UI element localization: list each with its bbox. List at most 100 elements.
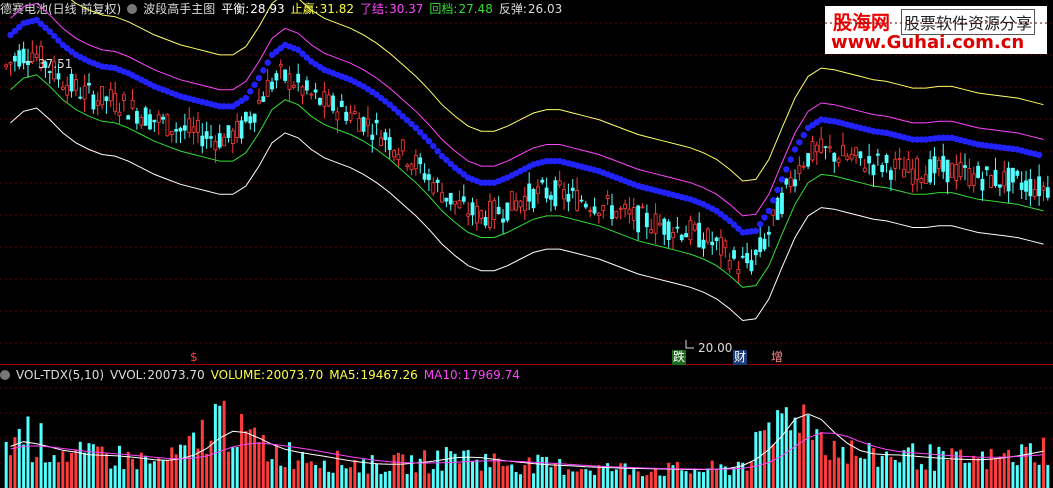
low-label: 20.00 xyxy=(698,341,732,355)
candle-body xyxy=(649,229,654,234)
candle-body xyxy=(326,94,331,107)
ma10-value: 17969.74 xyxy=(462,368,520,382)
volume-bar xyxy=(933,470,937,488)
candle-body xyxy=(845,155,850,160)
candle-body xyxy=(854,147,858,157)
vvol-label: VVOL: xyxy=(110,368,147,382)
volume-bar xyxy=(749,462,753,488)
candle-body xyxy=(243,112,248,122)
candle-body xyxy=(858,151,863,159)
volume-bar xyxy=(309,461,313,488)
volume-bar xyxy=(296,460,300,488)
volume-bar xyxy=(305,463,309,488)
balance-dot xyxy=(425,137,433,145)
candle-body xyxy=(400,139,405,152)
candle-body xyxy=(723,240,728,249)
vol-indicator-name[interactable]: VOL-TDX(5,10) xyxy=(16,368,104,382)
candle-body xyxy=(963,165,967,168)
volume-bar xyxy=(383,471,387,488)
volume-bar xyxy=(240,414,244,488)
volume-value: 20073.70 xyxy=(265,368,324,382)
candle-body xyxy=(274,73,279,81)
candle-body xyxy=(797,165,802,174)
candle-body xyxy=(213,140,218,151)
candle-body xyxy=(117,111,122,117)
candle-body xyxy=(152,119,157,123)
dropdown-circle-icon[interactable] xyxy=(0,370,10,380)
candle-body xyxy=(766,231,771,235)
volume-bar xyxy=(148,463,152,488)
ma10-label: MA10: xyxy=(423,368,462,382)
volume-bar xyxy=(728,475,732,488)
volume-bar xyxy=(863,458,867,488)
candle-body xyxy=(252,113,257,123)
candle-body xyxy=(217,133,222,148)
volume-bar xyxy=(837,457,841,488)
volume-bar xyxy=(331,472,335,488)
candle-body xyxy=(56,73,61,80)
candle-body xyxy=(976,165,980,178)
volume-bar xyxy=(771,444,775,488)
event-marker-increase[interactable]: 增 xyxy=(770,350,784,365)
volume-bar xyxy=(658,475,662,488)
candle-body xyxy=(21,48,26,64)
volume-bar xyxy=(52,455,56,488)
volume-bar xyxy=(649,471,653,488)
volume-bar xyxy=(828,459,832,488)
candle-body xyxy=(993,169,998,187)
candle-body xyxy=(527,183,532,202)
volume-bar xyxy=(122,469,126,488)
volume-bar xyxy=(113,465,117,488)
volume-bar xyxy=(427,473,431,488)
volume-bar xyxy=(401,454,405,488)
candle-body xyxy=(801,165,806,168)
volume-bar xyxy=(566,469,570,488)
volume-bar xyxy=(471,460,475,488)
candle-body xyxy=(1037,176,1042,197)
candle-body xyxy=(936,159,941,169)
volume-bar xyxy=(662,475,666,488)
event-marker-finance[interactable]: 财 xyxy=(733,350,748,365)
volume-bar xyxy=(627,474,631,488)
volume-bar xyxy=(549,467,553,488)
volume-bar xyxy=(322,460,326,488)
volume-bar xyxy=(963,463,967,488)
candle-body xyxy=(65,85,70,96)
candle-body xyxy=(187,118,192,133)
volume-bar xyxy=(854,455,858,488)
candle-body xyxy=(814,144,819,153)
candle-body xyxy=(135,111,139,124)
candle-body xyxy=(1002,171,1007,187)
candle-body xyxy=(806,153,811,167)
candle-body xyxy=(261,96,266,102)
volume-bar xyxy=(797,432,801,488)
candle-body xyxy=(880,165,885,172)
event-marker-dollar[interactable]: $ xyxy=(189,350,199,365)
candle-body xyxy=(374,119,379,124)
kline-chart[interactable]: 37.51 20.00 xyxy=(0,0,1053,488)
candle-body xyxy=(335,111,340,121)
volume-bar xyxy=(719,464,723,488)
volume-bar xyxy=(196,448,200,488)
volume-bar xyxy=(946,460,950,488)
candle-body xyxy=(300,86,305,96)
candle-body xyxy=(1006,167,1011,192)
candle-body xyxy=(601,205,606,211)
candle-body xyxy=(849,153,854,160)
candle-body xyxy=(501,218,505,223)
candle-body xyxy=(257,100,261,104)
volume-bar xyxy=(889,457,893,488)
volume-bar xyxy=(588,470,592,488)
candle-body xyxy=(74,79,78,91)
event-marker-fall[interactable]: 跌 xyxy=(672,350,687,365)
candle-body xyxy=(270,81,274,90)
volume-bar xyxy=(30,462,34,488)
candle-body xyxy=(405,164,410,168)
volume-bar xyxy=(22,444,26,488)
balance-dot xyxy=(251,81,258,88)
balance-dot xyxy=(260,67,267,74)
candle-body xyxy=(392,150,396,158)
volume-bar xyxy=(61,451,65,488)
volume-bar xyxy=(479,470,483,488)
candle-body xyxy=(344,111,349,121)
